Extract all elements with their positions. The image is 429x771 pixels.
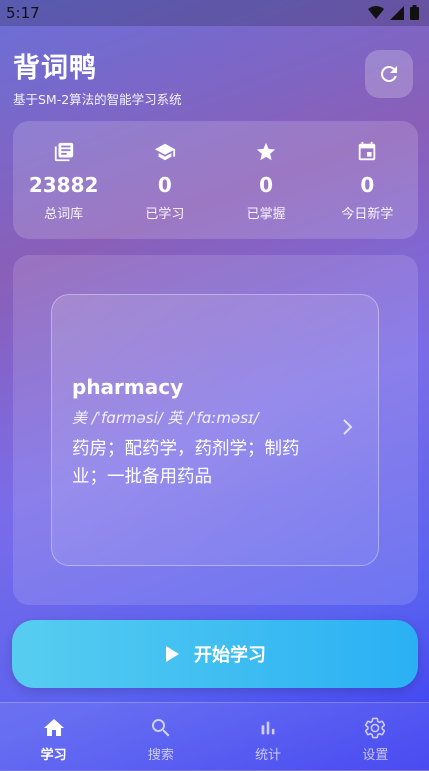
stat-value: 0 [360, 173, 375, 197]
start-learning-label: 开始学习 [194, 645, 266, 666]
calendar-icon [359, 141, 376, 161]
bottom-nav: 学习 搜索 统计 设置 [0, 702, 429, 771]
graduation-cap-icon [154, 143, 175, 161]
stat-total-words: 23882 总词库 [13, 121, 114, 239]
signal-icon [390, 5, 404, 20]
bar-chart-icon [261, 721, 275, 735]
nav-label: 搜索 [147, 748, 174, 763]
battery-icon [410, 5, 419, 20]
nav-label: 设置 [362, 748, 389, 763]
book-icon [54, 142, 73, 162]
stat-label: 已学习 [145, 207, 185, 222]
word-meaning: 药房；配药学，药剂学；制药业；一批备用药品 [72, 439, 300, 487]
refresh-button[interactable] [365, 50, 413, 98]
stats-panel: 23882 总词库 0 已学习 0 已掌握 0 今日新学 [13, 121, 418, 239]
status-time: 5:17 [6, 4, 40, 22]
play-icon [166, 646, 179, 662]
nav-label: 统计 [255, 748, 282, 763]
nav-item-learn[interactable]: 学习 [0, 703, 107, 771]
home-icon [43, 719, 64, 736]
wifi-icon [368, 5, 384, 19]
word-card[interactable]: pharmacy 美 /ˈfɑrməsi/ 英 /ˈfɑːməsɪ/ 药房；配药… [51, 294, 379, 566]
gear-icon [365, 717, 386, 739]
nav-item-stats[interactable]: 统计 [215, 703, 322, 771]
nav-item-search[interactable]: 搜索 [107, 703, 214, 771]
stat-label: 已掌握 [246, 207, 286, 222]
stat-value: 0 [157, 173, 172, 197]
start-learning-button[interactable]: 开始学习 [12, 620, 418, 688]
stat-value: 23882 [28, 173, 99, 197]
stat-today-new: 0 今日新学 [317, 121, 418, 239]
stat-value: 0 [259, 173, 274, 197]
app-subtitle: 基于SM-2算法的智能学习系统 [13, 92, 182, 107]
stat-label: 总词库 [44, 207, 84, 222]
nav-label: 学习 [40, 748, 67, 763]
search-icon [151, 719, 170, 737]
star-icon [256, 142, 276, 161]
stat-learned: 0 已学习 [114, 121, 215, 239]
word-text: pharmacy [72, 375, 184, 399]
refresh-icon [380, 65, 397, 82]
nav-item-settings[interactable]: 设置 [322, 703, 429, 771]
card-panel: pharmacy 美 /ˈfɑrməsi/ 英 /ˈfɑːməsɪ/ 药房；配药… [13, 255, 418, 605]
status-bar: 5:17 [0, 0, 429, 26]
app-title: 背词鸭 [13, 53, 97, 84]
stat-label: 今日新学 [341, 207, 394, 222]
status-icons [368, 5, 419, 20]
word-phonetic: 美 /ˈfɑrməsi/ 英 /ˈfɑːməsɪ/ [72, 409, 259, 427]
stat-mastered: 0 已掌握 [216, 121, 317, 239]
chevron-right-icon[interactable] [340, 417, 356, 437]
